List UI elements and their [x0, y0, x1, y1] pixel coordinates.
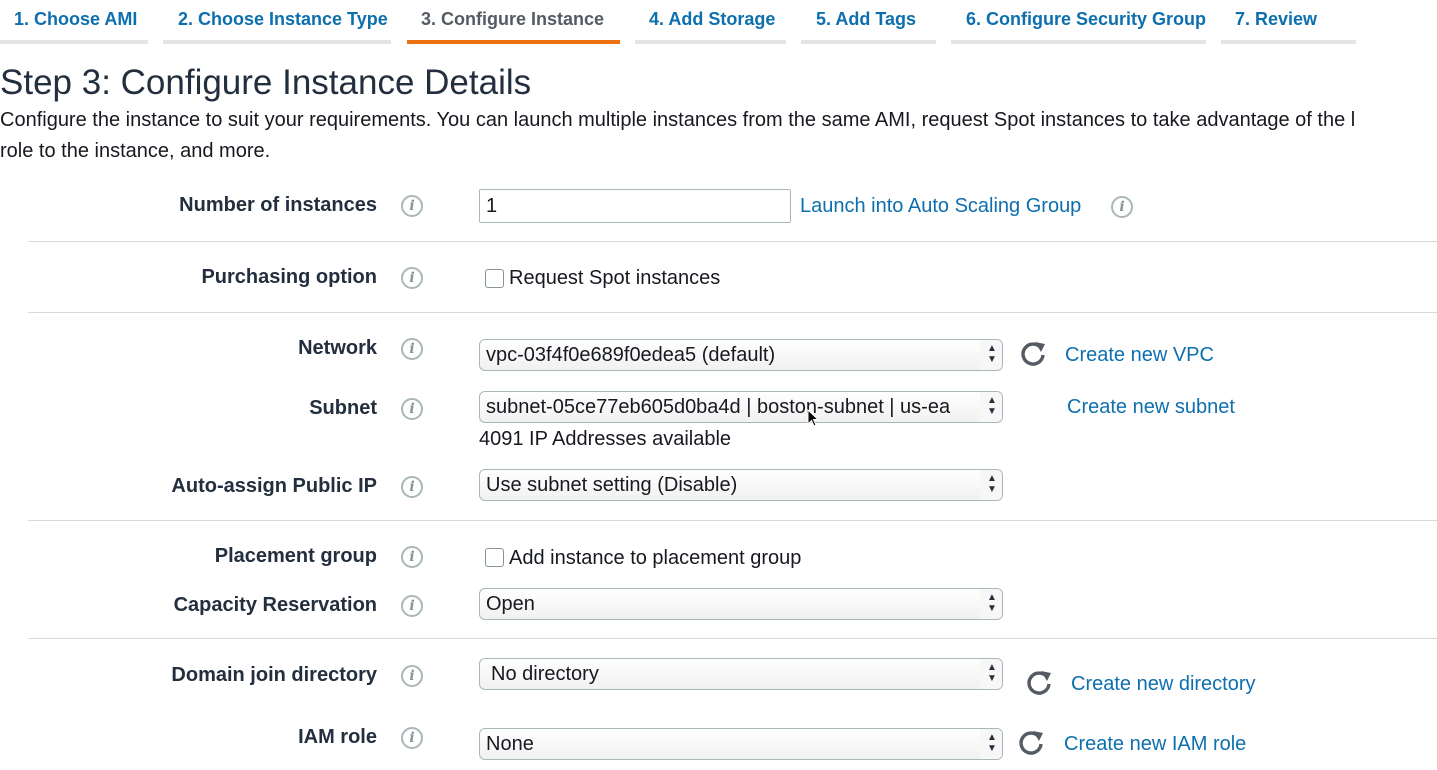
updown-arrows-icon: ▲ ▼: [980, 589, 1002, 619]
tab-label: 3. Configure Instance: [421, 9, 605, 29]
placement-group-checkbox-label[interactable]: Add instance to placement group: [509, 546, 801, 570]
network-select[interactable]: vpc-03f4f0e689f0edea5 (default) ▲ ▼: [479, 339, 1003, 371]
row-separator: [28, 241, 1437, 242]
tab-add-tags[interactable]: 5. Add Tags: [801, 0, 936, 44]
refresh-icon[interactable]: [1017, 728, 1045, 756]
iam-role-label: IAM role: [298, 726, 377, 748]
info-icon[interactable]: i: [401, 398, 423, 420]
auto-assign-ip-select[interactable]: Use subnet setting (Disable) ▲ ▼: [479, 469, 1003, 501]
updown-arrows-icon: ▲ ▼: [980, 340, 1002, 370]
page-description: Configure the instance to suit your requ…: [0, 105, 1437, 167]
tab-configure-security-group[interactable]: 6. Configure Security Group: [951, 0, 1206, 44]
description-line-1: Configure the instance to suit your requ…: [0, 109, 1356, 131]
iam-role-value: None: [486, 733, 534, 755]
request-spot-label[interactable]: Request Spot instances: [509, 266, 720, 290]
subnet-select[interactable]: subnet-05ce77eb605d0ba4d | boston-subnet…: [479, 391, 1003, 423]
number-of-instances-input[interactable]: [479, 189, 791, 223]
updown-arrows-icon: ▲ ▼: [980, 659, 1002, 689]
mouse-pointer-icon: [807, 409, 819, 427]
updown-arrows-icon: ▲ ▼: [980, 729, 1002, 759]
tab-label: 4. Add Storage: [649, 9, 776, 29]
domain-join-label: Domain join directory: [171, 664, 377, 686]
info-icon[interactable]: i: [401, 476, 423, 498]
create-new-iam-role-link[interactable]: Create new IAM role: [1064, 732, 1246, 756]
tab-label: 2. Choose Instance Type: [178, 9, 388, 29]
auto-assign-ip-label: Auto-assign Public IP: [171, 475, 377, 497]
row-separator: [28, 312, 1437, 313]
updown-arrows-icon: ▲ ▼: [980, 392, 1002, 422]
info-icon[interactable]: i: [401, 727, 423, 749]
info-icon[interactable]: i: [401, 665, 423, 687]
info-icon[interactable]: i: [401, 338, 423, 360]
number-of-instances-label: Number of instances: [179, 194, 377, 216]
network-label: Network: [298, 337, 377, 359]
capacity-reservation-label: Capacity Reservation: [173, 594, 377, 616]
page-title: Step 3: Configure Instance Details: [0, 63, 532, 102]
purchasing-option-label: Purchasing option: [201, 266, 377, 288]
tab-label: 7. Review: [1235, 9, 1318, 29]
tab-label: 6. Configure Security Group: [966, 9, 1207, 29]
auto-assign-ip-value: Use subnet setting (Disable): [486, 474, 738, 496]
ip-addresses-available: 4091 IP Addresses available: [479, 428, 732, 450]
info-icon[interactable]: i: [401, 195, 423, 217]
info-icon[interactable]: i: [401, 267, 423, 289]
tab-label: 5. Add Tags: [816, 9, 917, 29]
create-new-vpc-link[interactable]: Create new VPC: [1065, 343, 1214, 367]
iam-role-select[interactable]: None ▲ ▼: [479, 728, 1003, 760]
domain-join-value: No directory: [491, 663, 599, 685]
info-icon[interactable]: i: [401, 546, 423, 568]
info-icon[interactable]: i: [1111, 196, 1133, 218]
capacity-reservation-select[interactable]: Open ▲ ▼: [479, 588, 1003, 620]
placement-group-label: Placement group: [214, 545, 377, 567]
tab-label: 1. Choose AMI: [14, 9, 138, 29]
updown-arrows-icon: ▲ ▼: [980, 470, 1002, 500]
info-icon[interactable]: i: [401, 595, 423, 617]
row-separator: [28, 638, 1437, 639]
launch-auto-scaling-link[interactable]: Launch into Auto Scaling Group: [800, 194, 1081, 218]
tab-review[interactable]: 7. Review: [1221, 0, 1356, 44]
refresh-icon[interactable]: [1019, 339, 1047, 367]
domain-join-select[interactable]: No directory ▲ ▼: [479, 658, 1003, 690]
placement-group-checkbox[interactable]: [485, 548, 504, 567]
row-separator: [28, 520, 1437, 521]
tab-choose-instance-type[interactable]: 2. Choose Instance Type: [163, 0, 391, 44]
wizard-step-tabs: 1. Choose AMI 2. Choose Instance Type 3.…: [0, 0, 1437, 44]
subnet-label: Subnet: [309, 397, 377, 419]
request-spot-checkbox[interactable]: [485, 269, 504, 288]
description-line-2: role to the instance, and more.: [0, 140, 271, 162]
tab-configure-instance[interactable]: 3. Configure Instance: [407, 0, 620, 44]
create-new-subnet-link[interactable]: Create new subnet: [1067, 395, 1235, 419]
tab-add-storage[interactable]: 4. Add Storage: [635, 0, 786, 44]
tab-choose-ami[interactable]: 1. Choose AMI: [0, 0, 148, 44]
refresh-icon[interactable]: [1025, 668, 1053, 696]
subnet-select-value: subnet-05ce77eb605d0ba4d | boston-subnet…: [486, 396, 951, 418]
create-new-directory-link[interactable]: Create new directory: [1071, 672, 1256, 696]
network-select-value: vpc-03f4f0e689f0edea5 (default): [486, 344, 776, 366]
capacity-reservation-value: Open: [486, 593, 535, 615]
